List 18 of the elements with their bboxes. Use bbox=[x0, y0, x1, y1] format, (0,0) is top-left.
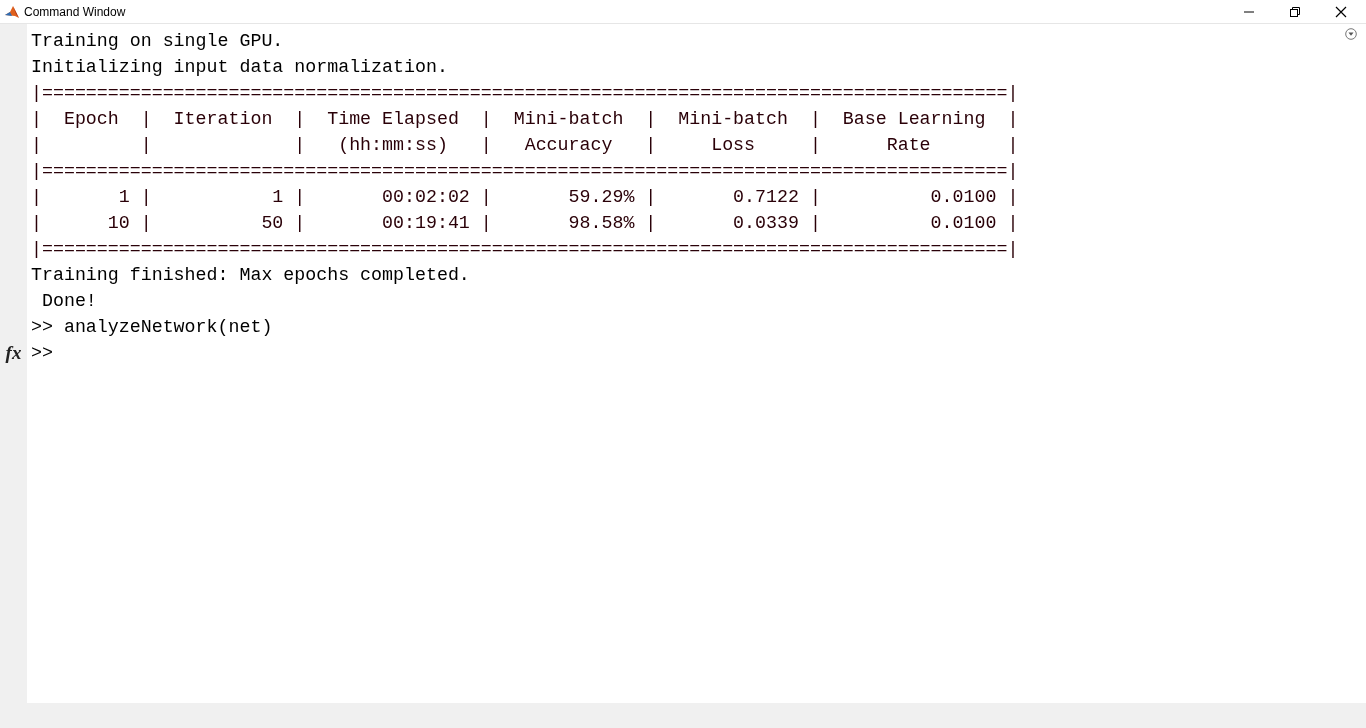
restore-icon[interactable] bbox=[1289, 5, 1301, 18]
table-line: |========================================================================================| bbox=[31, 82, 1019, 105]
output-line: Done! bbox=[40, 290, 97, 313]
table-line: |========================================================================================| bbox=[31, 238, 1019, 261]
output-line: Training finished: Max epochs completed. bbox=[31, 264, 470, 287]
table-line: | 10 | 50 | 00:19:41 | 98.58% | 0.0339 | 0.0100 | bbox=[31, 212, 1019, 235]
close-icon[interactable] bbox=[1335, 5, 1347, 18]
table-line: | Epoch | Iteration | Time Elapsed | Mini-batch | Mini-batch | Base Learning | bbox=[31, 108, 1019, 131]
table-line: |========================================================================================| bbox=[31, 160, 1019, 183]
command-prompt: >> analyzeNetwork(net) bbox=[31, 316, 273, 339]
command-prompt: >> bbox=[31, 342, 53, 365]
output-line: Initializing input data normalization. bbox=[31, 56, 448, 79]
dropdown-icon[interactable] bbox=[1345, 28, 1357, 40]
table-line: | 1 | 1 | 00:02:02 | 59.29% | 0.7122 | 0.0100 | bbox=[31, 186, 1019, 209]
output-line: Training on single GPU. bbox=[31, 30, 284, 53]
function-browser-icon[interactable]: fx bbox=[5, 343, 22, 363]
table-line: | | | (hh:mm:ss) | Accuracy | Loss | Rate | bbox=[31, 134, 1019, 157]
window-title: Command Window bbox=[24, 4, 126, 19]
